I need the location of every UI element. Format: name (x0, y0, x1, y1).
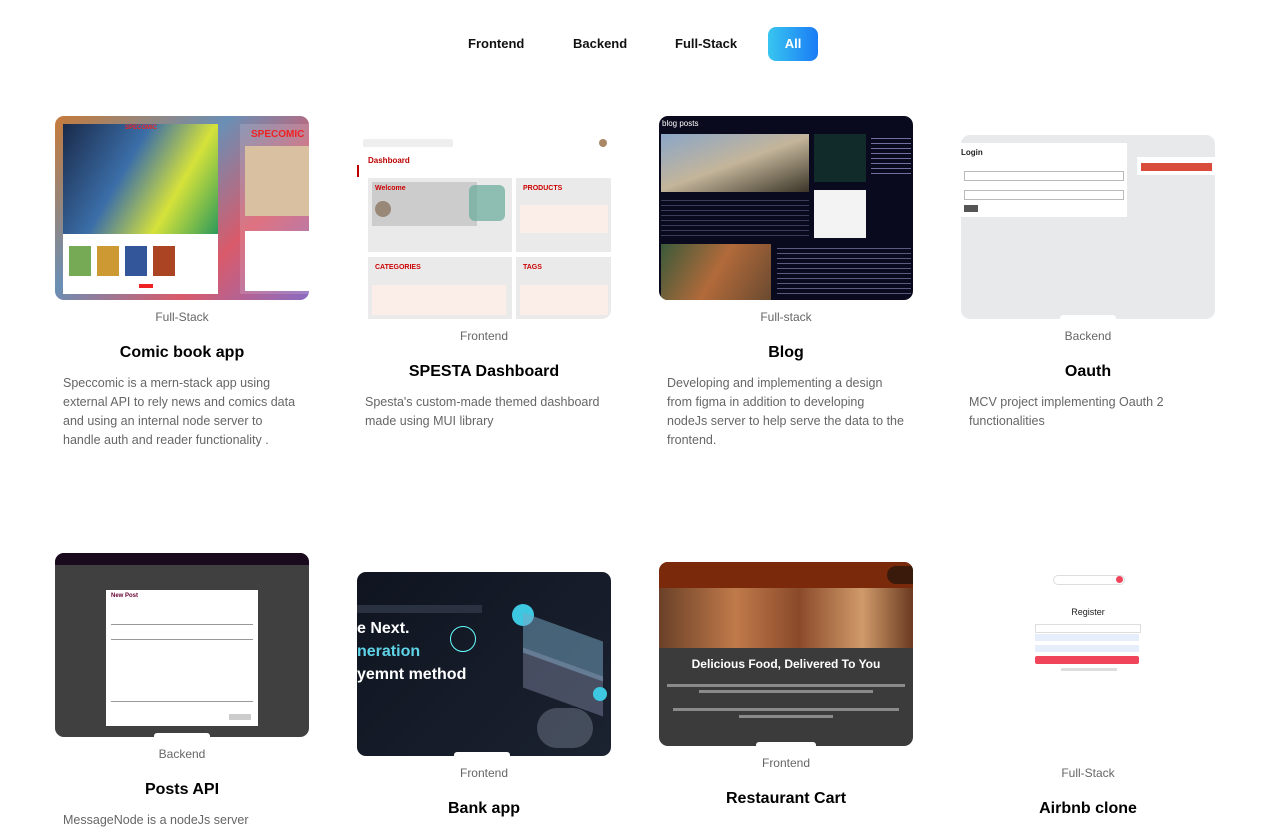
project-thumbnail[interactable]: Dashboard Welcome PRODUCTS CATEGORIES TA… (357, 135, 611, 319)
login-heading: Login (961, 148, 983, 157)
filter-backend-tab[interactable]: Backend (561, 27, 639, 61)
bank-hero-line2: neration (357, 643, 421, 660)
project-description: Spesta's custom-made themed dashboard ma… (365, 395, 600, 428)
project-card-posts-api[interactable]: New Post Backend Posts API MessageNode i… (55, 553, 309, 830)
project-card-spesta[interactable]: Dashboard Welcome PRODUCTS CATEGORIES TA… (357, 135, 611, 431)
project-thumbnail[interactable]: blog posts (659, 116, 913, 300)
products-label: PRODUCTS (523, 185, 563, 192)
project-title: Oauth (1064, 363, 1112, 380)
project-card-bank[interactable]: e Next. neration yemnt method Frontend B… (357, 572, 611, 830)
project-category: Full-Stack (155, 310, 209, 324)
project-card-oauth[interactable]: Login Backend Oauth MCV project implemen… (961, 135, 1215, 431)
project-thumbnail[interactable]: Delicious Food, Delivered To You (659, 562, 913, 746)
project-title: Comic book app (119, 344, 245, 361)
project-category: Frontend (761, 756, 811, 770)
project-description: MCV project implementing Oauth 2 functio… (969, 395, 1164, 428)
project-category: Full-stack (760, 310, 812, 324)
comic-logo-side: SPECOMIC (251, 129, 305, 140)
project-description: Developing and implementing a design fro… (667, 376, 904, 447)
project-thumbnail[interactable]: e Next. neration yemnt method (357, 572, 611, 756)
dashboard-heading: Dashboard (368, 156, 410, 165)
project-thumbnail[interactable]: Register (961, 572, 1215, 756)
bank-hero-line1: e Next. (357, 620, 410, 637)
blog-heading: blog posts (662, 119, 699, 128)
project-category: Frontend (459, 329, 509, 343)
filter-tabs: Frontend Backend Full-Stack All (0, 27, 1282, 61)
project-title: SPESTA Dashboard (408, 363, 560, 380)
project-title: Bank app (447, 800, 520, 817)
project-description: Speccomic is a mern-stack app using exte… (63, 376, 296, 447)
project-title: Posts API (144, 781, 220, 798)
project-thumbnail[interactable]: SPECOMIC SPECOMIC (55, 116, 309, 300)
restaurant-headline: Delicious Food, Delivered To You (691, 657, 881, 671)
project-card-blog[interactable]: blog posts Full-stack Blog Developing an… (659, 116, 913, 450)
tags-label: TAGS (523, 264, 542, 271)
project-thumbnail[interactable]: Login (961, 135, 1215, 319)
bank-hero-line3: yemnt method (357, 666, 467, 683)
project-card-comic[interactable]: SPECOMIC SPECOMIC Full-Stack Comic book … (55, 116, 309, 450)
project-description: MessageNode is a nodeJs server (63, 813, 249, 827)
project-title: Blog (768, 344, 804, 361)
project-category: Frontend (459, 766, 509, 780)
project-title: Airbnb clone (1039, 800, 1137, 817)
project-category: Backend (1064, 329, 1112, 343)
filter-fullstack-tab[interactable]: Full-Stack (663, 27, 749, 61)
project-title: Restaurant Cart (725, 790, 847, 807)
categories-label: CATEGORIES (375, 264, 421, 271)
filter-frontend-tab[interactable]: Frontend (456, 27, 536, 61)
comic-logo: SPECOMIC (125, 125, 158, 131)
project-card-airbnb[interactable]: Register Full-Stack Airbnb clone (961, 572, 1215, 830)
filter-all-tab[interactable]: All (768, 27, 818, 61)
project-category: Backend (158, 747, 206, 761)
project-thumbnail[interactable]: New Post (55, 553, 309, 737)
project-card-restaurant[interactable]: Delicious Food, Delivered To You Fronten… (659, 562, 913, 820)
register-heading: Register (1071, 607, 1105, 617)
new-post-heading: New Post (111, 593, 139, 599)
project-category: Full-Stack (1061, 766, 1115, 780)
welcome-label: Welcome (375, 185, 406, 192)
